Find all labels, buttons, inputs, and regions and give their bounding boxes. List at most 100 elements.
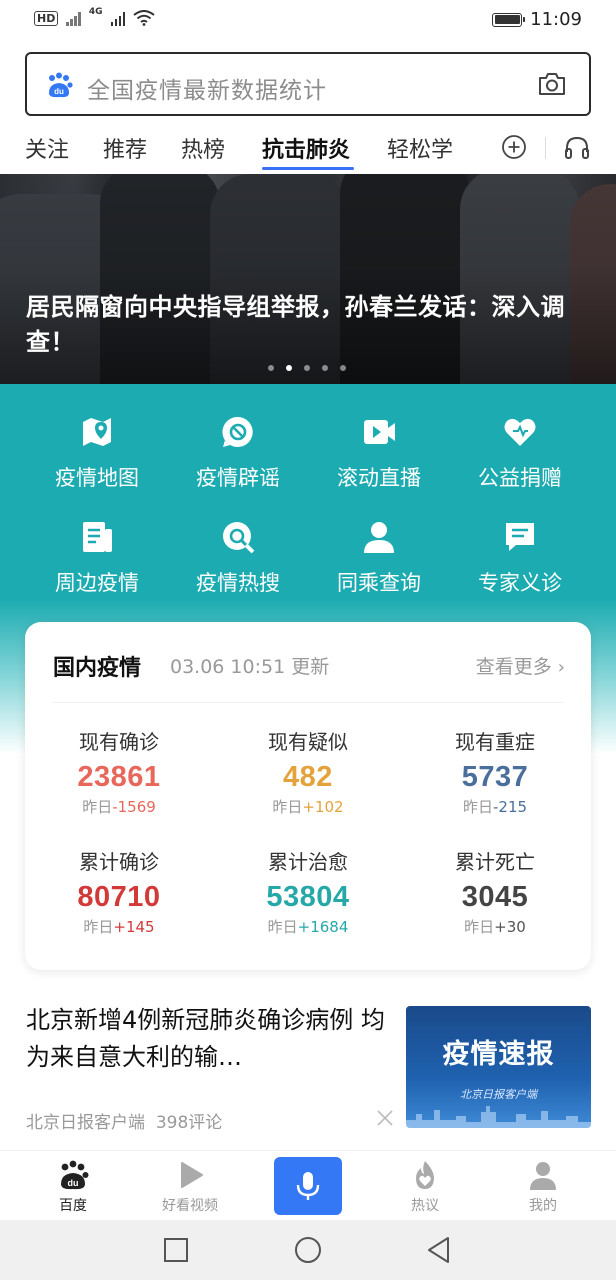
grid-item-hot-search[interactable]: 疫情热搜 [161,519,315,597]
tab-follow[interactable]: 关注 [25,132,69,164]
grid-item-rumor[interactable]: 疫情辟谣 [161,414,315,492]
delta-prefix: 昨日 [83,918,114,936]
search-icon [223,522,255,554]
stat-label: 累计确诊 [79,850,159,874]
stat-value: 53804 [266,881,350,913]
grid-label: 专家义诊 [478,571,562,595]
stat-total-confirmed: 累计确诊 80710 昨日+145 [25,846,213,937]
banner-title: 居民隔窗向中央指导组举报，孙春兰发话：深入调查！ [26,293,565,356]
battery-icon [492,12,526,27]
banner-dot-active[interactable] [286,365,292,371]
microphone-icon [296,1172,320,1200]
stat-delta: 昨日+1684 [214,916,402,937]
delta-value: -1569 [112,798,156,816]
grid-item-same-ride[interactable]: 同乘查询 [302,519,456,597]
signal-icon [66,10,81,26]
delta-value: +145 [113,918,155,936]
baidu-paw-icon: du [49,72,73,98]
svg-text:du: du [54,87,64,96]
back-triangle-icon[interactable] [424,1235,454,1265]
nav-label: 我的 [529,1198,557,1214]
stat-label: 现有重症 [455,730,535,754]
search-box[interactable]: du 全国疫情最新数据统计 [25,52,591,116]
card-divider [53,702,563,703]
stat-label: 累计治愈 [268,850,348,874]
status-bar: HD 4G 11:09 [0,0,616,40]
view-more-link[interactable]: 查看更多 › [476,652,565,679]
grid-item-donate[interactable]: 公益捐赠 [443,414,597,492]
stat-delta: 昨日-1569 [25,796,213,817]
stat-delta: 昨日+102 [214,796,402,817]
banner-dot[interactable] [268,365,274,371]
stat-current-suspected: 现有疑似 482 昨日+102 [214,726,402,817]
recents-square-icon[interactable] [161,1235,191,1265]
wifi-icon [133,10,155,26]
stat-delta: 昨日-215 [401,796,589,817]
stat-delta: 昨日+30 [401,916,589,937]
tab-easy-learn[interactable]: 轻松学 [387,132,453,164]
banner-dots [268,365,346,371]
active-tab-indicator [262,167,354,170]
grid-label: 疫情热搜 [196,571,280,595]
nav-me[interactable]: 我的 [493,1159,593,1215]
delta-prefix: 昨日 [462,798,493,816]
person-icon [364,522,394,553]
view-more-label: 查看更多 [475,656,552,678]
camera-icon[interactable] [537,71,567,97]
video-icon [364,420,395,444]
tab-fight-pneumonia[interactable]: 抗击肺炎 [262,132,350,164]
delta-value: +1684 [297,918,349,936]
grid-label: 疫情辟谣 [196,466,280,490]
banner-dot[interactable] [304,365,310,371]
news-title[interactable]: 北京新增4例新冠肺炎确诊病例 均为来自意大利的输… [26,1002,398,1076]
grid-label: 疫情地图 [55,466,139,490]
delta-prefix: 昨日 [267,918,298,936]
delta-prefix: 昨日 [82,798,113,816]
stat-current-severe: 现有重症 5737 昨日-215 [401,726,589,817]
delta-value: -215 [492,798,528,816]
grid-label: 同乘查询 [337,571,421,595]
plus-circle-icon[interactable] [501,134,527,160]
news-banner[interactable]: 居民隔窗向中央指导组举报，孙春兰发话：深入调查！ [0,174,616,384]
home-circle-icon[interactable] [293,1235,323,1265]
card-title: 国内疫情 [53,656,142,681]
nav-label: 热议 [411,1198,439,1214]
news-comments: 398评论 [155,1113,223,1133]
news-meta: 北京日报客户端 398评论 [26,1108,222,1133]
chevron-right-icon: › [557,657,565,678]
stat-current-confirmed: 现有确诊 23861 昨日-1569 [25,726,213,817]
news-thumbnail[interactable]: 疫情速报 北京日报客户端 [406,1006,591,1128]
nav-hot-discussion[interactable]: 热议 [375,1159,475,1215]
voice-search-button[interactable] [274,1157,342,1215]
headphone-icon[interactable] [563,134,591,160]
grid-item-expert[interactable]: 专家义诊 [443,519,597,597]
grid-item-epidemic-map[interactable]: 疫情地图 [20,414,174,492]
user-icon [530,1162,556,1190]
nav-baidu[interactable]: du 百度 [23,1159,123,1215]
grid-label: 周边疫情 [55,571,139,595]
delta-prefix: 昨日 [464,918,495,936]
stat-total-deaths: 累计死亡 3045 昨日+30 [401,846,589,937]
network-label: 4G [88,7,103,17]
banner-dot[interactable] [340,365,346,371]
news-source: 北京日报客户端 [26,1113,145,1133]
status-time: 11:09 [530,9,582,30]
document-icon [83,522,112,552]
baidu-paw-icon: du [61,1160,89,1190]
nav-haokan-video[interactable]: 好看视频 [140,1159,240,1215]
thumb-title: 疫情速报 [442,1039,555,1070]
grid-item-nearby[interactable]: 周边疫情 [20,519,174,597]
banner-dot[interactable] [322,365,328,371]
delta-value: +102 [302,798,344,816]
search-placeholder: 全国疫情最新数据统计 [87,78,327,104]
card-updated-time: 03.06 10:51 更新 [170,656,330,678]
stat-label: 现有疑似 [268,730,348,754]
grid-item-live[interactable]: 滚动直播 [302,414,456,492]
stat-value: 23861 [77,761,161,793]
close-icon[interactable] [376,1109,394,1127]
tab-recommend[interactable]: 推荐 [103,132,147,164]
delta-prefix: 昨日 [272,798,303,816]
stat-label: 累计死亡 [455,850,535,874]
tab-hot[interactable]: 热榜 [181,132,225,164]
heart-icon [504,418,536,446]
